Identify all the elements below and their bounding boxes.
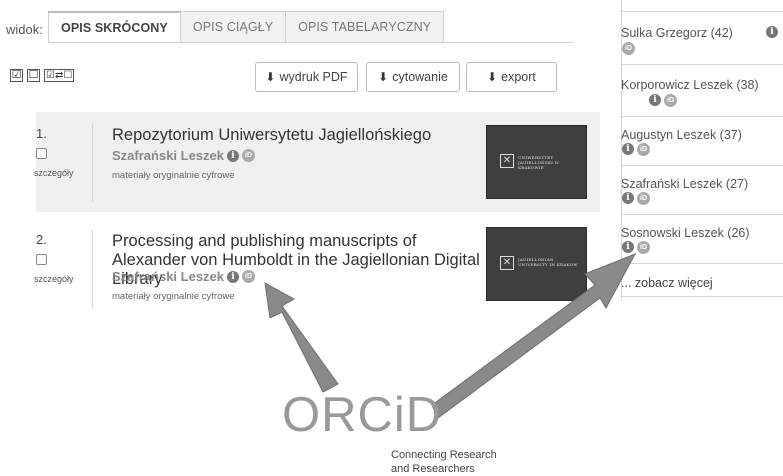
orcid-logo: ORCiD (282, 388, 443, 442)
arrow-to-sidebar-icon (431, 253, 637, 419)
orcid-tagline-line2: and Researchers (391, 463, 475, 475)
orcid-tagline-line1: Connecting Research (391, 449, 497, 461)
orcid-tagline: Connecting Research and Researchers (391, 448, 497, 476)
arrow-to-result-icon (264, 282, 339, 393)
